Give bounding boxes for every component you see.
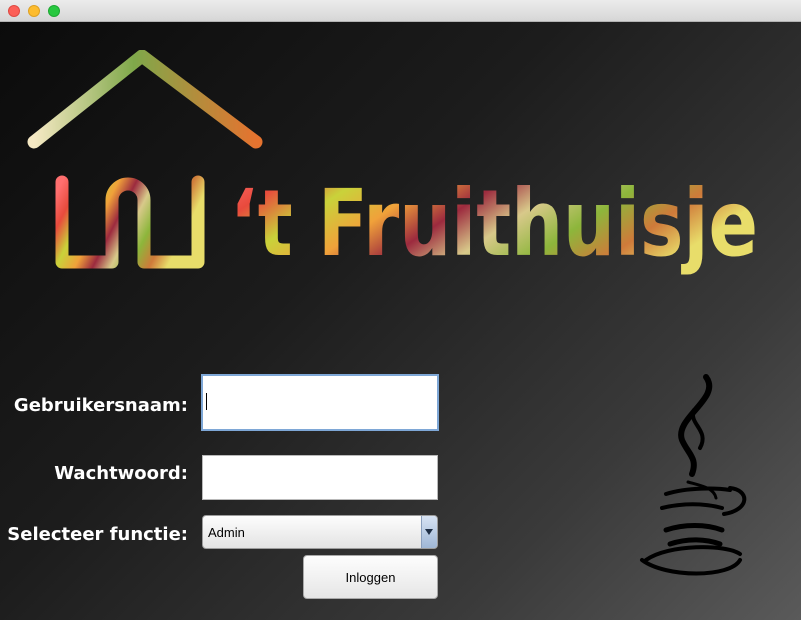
java-coffee-icon bbox=[640, 374, 747, 576]
minimize-window-icon[interactable] bbox=[28, 5, 40, 17]
username-field[interactable] bbox=[201, 374, 439, 431]
app-window: ‘t Fruithuisje Gebruikersnaam: Wachtwoor… bbox=[0, 0, 801, 620]
maximize-window-icon[interactable] bbox=[48, 5, 60, 17]
house-icon bbox=[27, 50, 263, 269]
brand-logo: ‘t Fruithuisje bbox=[27, 50, 758, 277]
login-panel: ‘t Fruithuisje Gebruikersnaam: Wachtwoor… bbox=[0, 22, 801, 620]
title-bar bbox=[0, 0, 801, 22]
login-button[interactable]: Inloggen bbox=[303, 555, 438, 599]
password-label: Wachtwoord: bbox=[54, 463, 188, 484]
brand-name: ‘t Fruithuisje bbox=[230, 170, 758, 277]
text-cursor bbox=[206, 393, 207, 410]
username-label: Gebruikersnaam: bbox=[13, 395, 188, 416]
password-field[interactable] bbox=[202, 455, 438, 500]
close-window-icon[interactable] bbox=[8, 5, 20, 17]
chevron-down-icon[interactable] bbox=[421, 516, 437, 548]
function-select[interactable]: Admin bbox=[202, 515, 438, 549]
function-select-value: Admin bbox=[208, 525, 245, 540]
function-label: Selecteer functie: bbox=[7, 524, 188, 545]
